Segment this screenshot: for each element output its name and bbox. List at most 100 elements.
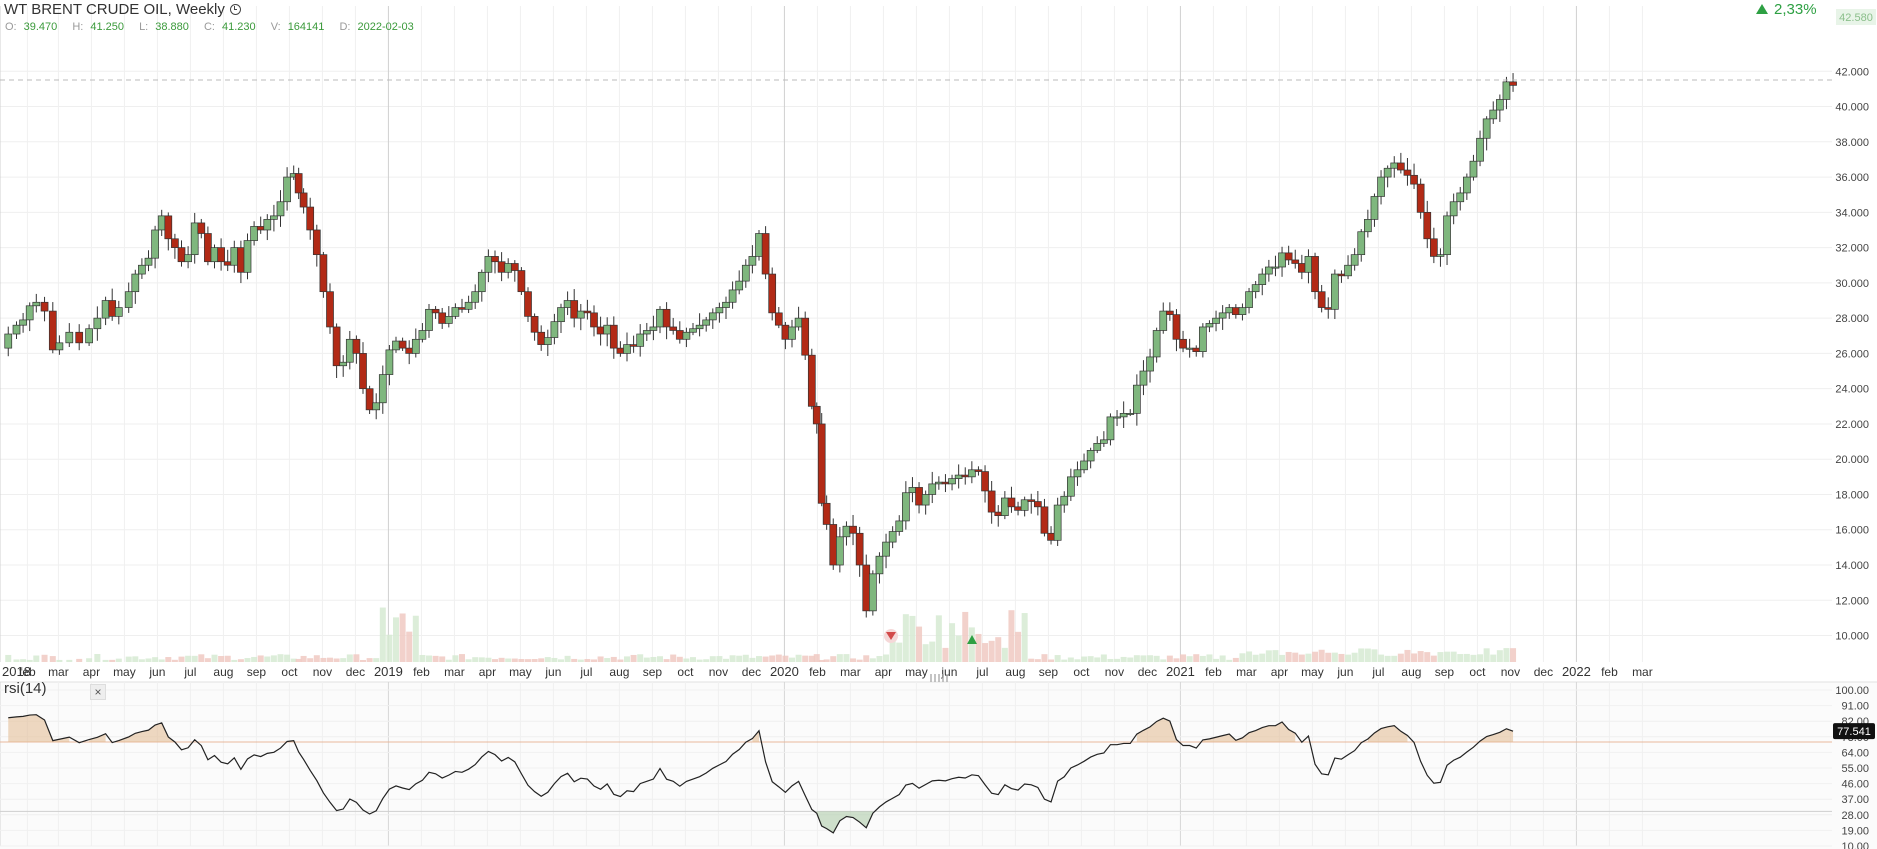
candle-body (85, 328, 93, 344)
volume-bar (1041, 654, 1048, 662)
candle-body (1278, 252, 1286, 268)
candle-body (1119, 413, 1128, 418)
candle-body (530, 316, 539, 333)
candle-body (243, 240, 252, 273)
volume-bar (883, 654, 890, 662)
volume-bar (564, 655, 571, 662)
volume-bar (1331, 652, 1338, 662)
candle-body (948, 478, 956, 485)
volume-bar (1232, 657, 1239, 662)
volume-bar (1424, 652, 1431, 662)
volume-bar (1318, 649, 1325, 662)
candle-body (934, 481, 943, 485)
candle-body (164, 215, 173, 240)
volume-bar (935, 615, 942, 662)
volume-bar (1477, 654, 1484, 662)
candle-body (1324, 307, 1333, 310)
candle-body (1416, 183, 1425, 213)
candle-body (812, 405, 821, 425)
candle-body (1047, 532, 1055, 541)
volume-bar (237, 659, 244, 662)
candle-body (1383, 167, 1392, 178)
candle-body (882, 541, 890, 557)
candle-body (557, 307, 565, 323)
volume-bar (313, 655, 320, 662)
candle-body (1014, 506, 1022, 511)
volume-bar (1265, 650, 1272, 662)
candle-body (444, 316, 453, 324)
time-tick-label: dec (1138, 665, 1157, 679)
candle-body (1198, 326, 1207, 352)
time-tick-label: 2021 (1166, 664, 1195, 679)
volume-bar (1048, 659, 1055, 662)
time-tick-label: 2019 (374, 664, 403, 679)
price-tick-label: 12.000 (1835, 595, 1869, 607)
volume-bar (109, 659, 116, 662)
candle-body (1099, 439, 1108, 444)
candle-body (93, 317, 102, 330)
volume-bar (204, 658, 211, 662)
volume-bar (876, 656, 883, 662)
instrument-title[interactable]: WT BRENT CRUDE OIL, Weekly (4, 1, 225, 18)
candle-body (1396, 162, 1405, 171)
candle-body (223, 261, 232, 266)
volume-bar (1239, 653, 1246, 662)
time-tick-label: jun (148, 665, 165, 679)
candle-body (144, 257, 153, 266)
candle-body (1502, 81, 1511, 100)
rsi-close-button[interactable]: × (90, 684, 106, 700)
volume-bar (1173, 658, 1180, 662)
volume-bar (1147, 655, 1154, 662)
candle-body (204, 233, 212, 263)
candle-body (270, 215, 278, 220)
candle-body (184, 254, 192, 263)
candle-body (299, 192, 308, 208)
price-chart[interactable]: 10.000 12.000 14.000 16.000 18.000 20.000 22.0… (0, 0, 1877, 849)
volume-bar (1180, 654, 1187, 662)
volume-bar (1219, 655, 1226, 662)
candle-body (629, 344, 638, 347)
candle-body (1126, 413, 1135, 415)
price-tick-label: 20.000 (1835, 454, 1869, 466)
volume-bar (406, 631, 413, 662)
candle-body (603, 324, 612, 335)
volume-bar (300, 655, 307, 662)
time-tick-label: feb (19, 665, 36, 679)
price-tick-label: 26.000 (1835, 348, 1869, 360)
volume-bar (1470, 654, 1477, 662)
candle-body (974, 469, 983, 472)
chart-title: WT BRENT CRUDE OIL, Weekly (4, 1, 241, 18)
candle-body (748, 256, 757, 266)
candle-body (855, 532, 864, 566)
candle-body (131, 273, 140, 293)
panel-resize-grip-icon[interactable] (930, 674, 950, 682)
candle-body (177, 247, 186, 263)
candle-body (728, 289, 737, 303)
clock-icon[interactable] (229, 4, 241, 15)
candle-body (755, 233, 763, 257)
price-tick-label: 10.000 (1835, 631, 1869, 643)
volume-bar (1430, 655, 1437, 662)
volume-bar (251, 656, 258, 662)
volume-bar (485, 657, 492, 662)
time-tick-label: mar (444, 665, 465, 679)
rsi-tick-label: 91.00 (1841, 701, 1869, 713)
candle-body (1205, 323, 1214, 328)
candle-body (517, 270, 526, 293)
time-tick-label: oct (1073, 665, 1090, 679)
volume-bar (703, 659, 710, 662)
candle-body (570, 300, 579, 319)
candle-body (378, 374, 387, 404)
volume-bar (320, 657, 327, 662)
volume-bar (1457, 654, 1464, 662)
candle-body (114, 307, 123, 317)
candle-body (817, 423, 826, 504)
candle-body (237, 247, 245, 273)
volume-bar (782, 655, 789, 662)
volume-bar (775, 654, 782, 662)
candle-body (576, 310, 585, 319)
candle-body (774, 312, 783, 326)
volume-bar (41, 654, 48, 662)
volume-bar (224, 655, 231, 662)
volume-bar (823, 659, 830, 662)
